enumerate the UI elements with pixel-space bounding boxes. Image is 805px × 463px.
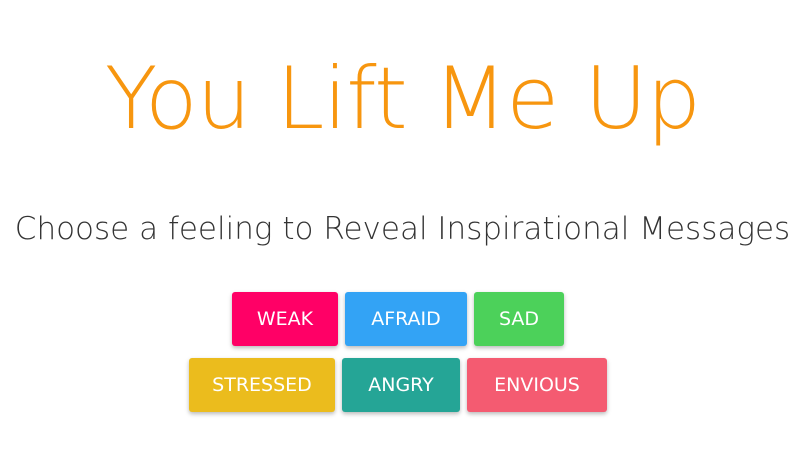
angry-button[interactable]: ANGRY: [342, 358, 460, 412]
stressed-button[interactable]: STRESSED: [189, 358, 335, 412]
sad-button[interactable]: SAD: [474, 292, 564, 346]
page-title: You Lift Me Up: [104, 49, 701, 149]
page-subtitle: Choose a feeling to Reveal Inspirational…: [14, 211, 791, 247]
weak-button[interactable]: WEAK: [232, 292, 338, 346]
envious-button[interactable]: ENVIOUS: [467, 358, 607, 412]
afraid-button[interactable]: AFRAID: [345, 292, 467, 346]
